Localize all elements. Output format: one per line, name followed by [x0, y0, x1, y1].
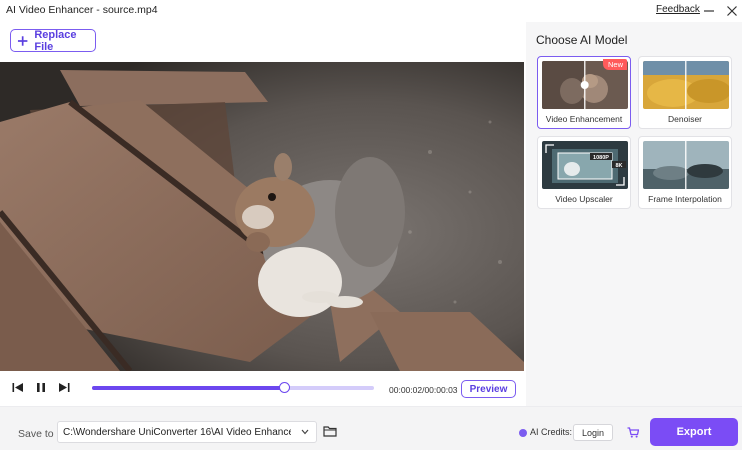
replace-file-label: Replace File — [34, 28, 77, 53]
video-upscaler-thumbnail: 1080P 8K — [542, 141, 628, 189]
credits-label: AI Credits: — [530, 427, 573, 437]
progress-handle[interactable] — [278, 382, 290, 393]
model-card-frame-interpolation[interactable]: Frame Interpolation — [638, 136, 732, 209]
preview-button[interactable]: Preview — [461, 380, 516, 398]
pause-icon[interactable] — [36, 382, 46, 393]
window-title: AI Video Enhancer - source.mp4 — [6, 4, 158, 16]
model-label: Video Upscaler — [555, 194, 613, 204]
video-frame-image — [0, 62, 524, 371]
model-card-video-enhancement[interactable]: New Video Enhancement — [537, 56, 631, 129]
denoiser-thumbnail — [643, 61, 729, 109]
minimize-icon[interactable] — [702, 4, 716, 18]
model-label: Frame Interpolation — [648, 194, 722, 204]
save-path-dropdown[interactable]: C:\Wondershare UniConverter 16\AI Video … — [57, 421, 317, 443]
frame-interpolation-thumbnail — [643, 141, 729, 189]
feedback-link[interactable]: Feedback — [656, 4, 700, 15]
save-to-label: Save to — [18, 428, 54, 440]
upscaler-tag-8k: 8K — [615, 163, 622, 169]
credits-icon — [519, 429, 527, 437]
login-button[interactable]: Login — [573, 424, 613, 441]
previous-frame-icon[interactable] — [12, 382, 24, 393]
upscaler-tag-1080p: 1080P — [593, 155, 609, 161]
replace-file-button[interactable]: Replace File — [10, 28, 96, 53]
save-path-value: C:\Wondershare UniConverter 16\AI Video … — [63, 426, 291, 438]
plus-icon — [17, 35, 28, 46]
folder-icon[interactable] — [323, 425, 337, 437]
model-card-video-upscaler[interactable]: 1080P 8K Video Upscaler — [537, 136, 631, 209]
video-preview[interactable] — [0, 62, 524, 371]
model-card-denoiser[interactable]: Denoiser — [638, 56, 732, 129]
new-badge: New — [602, 59, 627, 70]
model-label: Denoiser — [667, 114, 703, 124]
close-icon[interactable] — [725, 4, 739, 18]
progress-bar[interactable] — [92, 382, 374, 393]
timecode: 00:00:02/00:00:03 — [389, 385, 458, 395]
chevron-down-icon — [301, 429, 309, 435]
progress-fill — [92, 386, 284, 390]
model-label: Video Enhancement — [545, 114, 623, 124]
next-frame-icon[interactable] — [58, 382, 70, 393]
cart-icon[interactable] — [627, 427, 639, 438]
title-bar: AI Video Enhancer - source.mp4 Feedback — [0, 0, 742, 22]
export-button[interactable]: Export — [650, 418, 738, 446]
panel-title: Choose AI Model — [536, 33, 628, 47]
